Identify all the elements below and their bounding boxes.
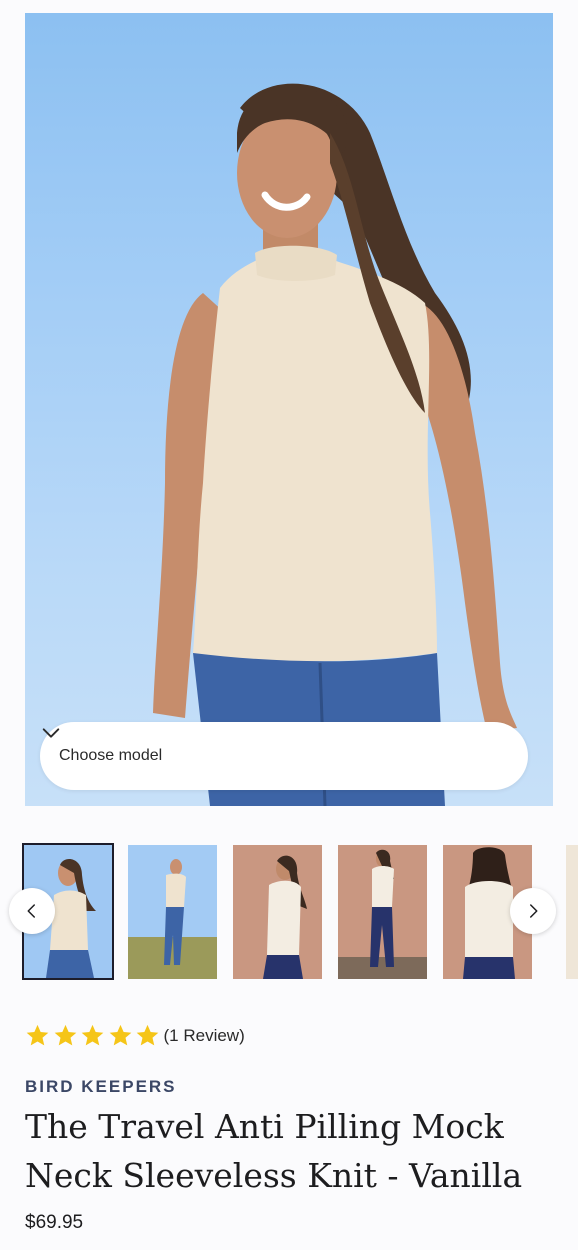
chevron-down-icon [42,728,60,738]
chevron-right-icon [530,904,538,918]
thumbnail-3[interactable] [233,845,322,979]
thumbnail-2[interactable] [128,845,217,979]
star-icon [136,1024,159,1046]
product-price: $69.95 [25,1212,84,1233]
product-title: The Travel Anti Pilling Mock Neck Sleeve… [25,1107,523,1195]
thumbnail-image [338,845,427,979]
thumbnail-image [128,845,217,979]
star-icon [26,1024,49,1046]
star-icon [81,1024,104,1046]
choose-model-dropdown[interactable]: Choose model [40,722,528,790]
star-icon [109,1024,131,1046]
star-icon [54,1024,76,1046]
product-hero-image[interactable]: Choose model [25,13,553,806]
thumbnail-carousel [0,838,578,988]
thumbnail-image [566,845,578,979]
review-count-link[interactable]: (1 Review) [164,1026,245,1046]
thumbnail-4[interactable] [338,845,427,979]
chevron-left-icon [27,904,35,918]
hero-illustration [153,83,517,806]
carousel-next-button[interactable] [510,888,556,934]
carousel-prev-button[interactable] [9,888,55,934]
product-rating[interactable]: (1 Review) [25,1023,245,1048]
brand-name[interactable]: BIRD KEEPERS [25,1077,177,1097]
thumbnail-6-partial[interactable] [566,845,578,979]
thumbnail-image [233,845,322,979]
choose-model-label: Choose model [59,747,163,764]
